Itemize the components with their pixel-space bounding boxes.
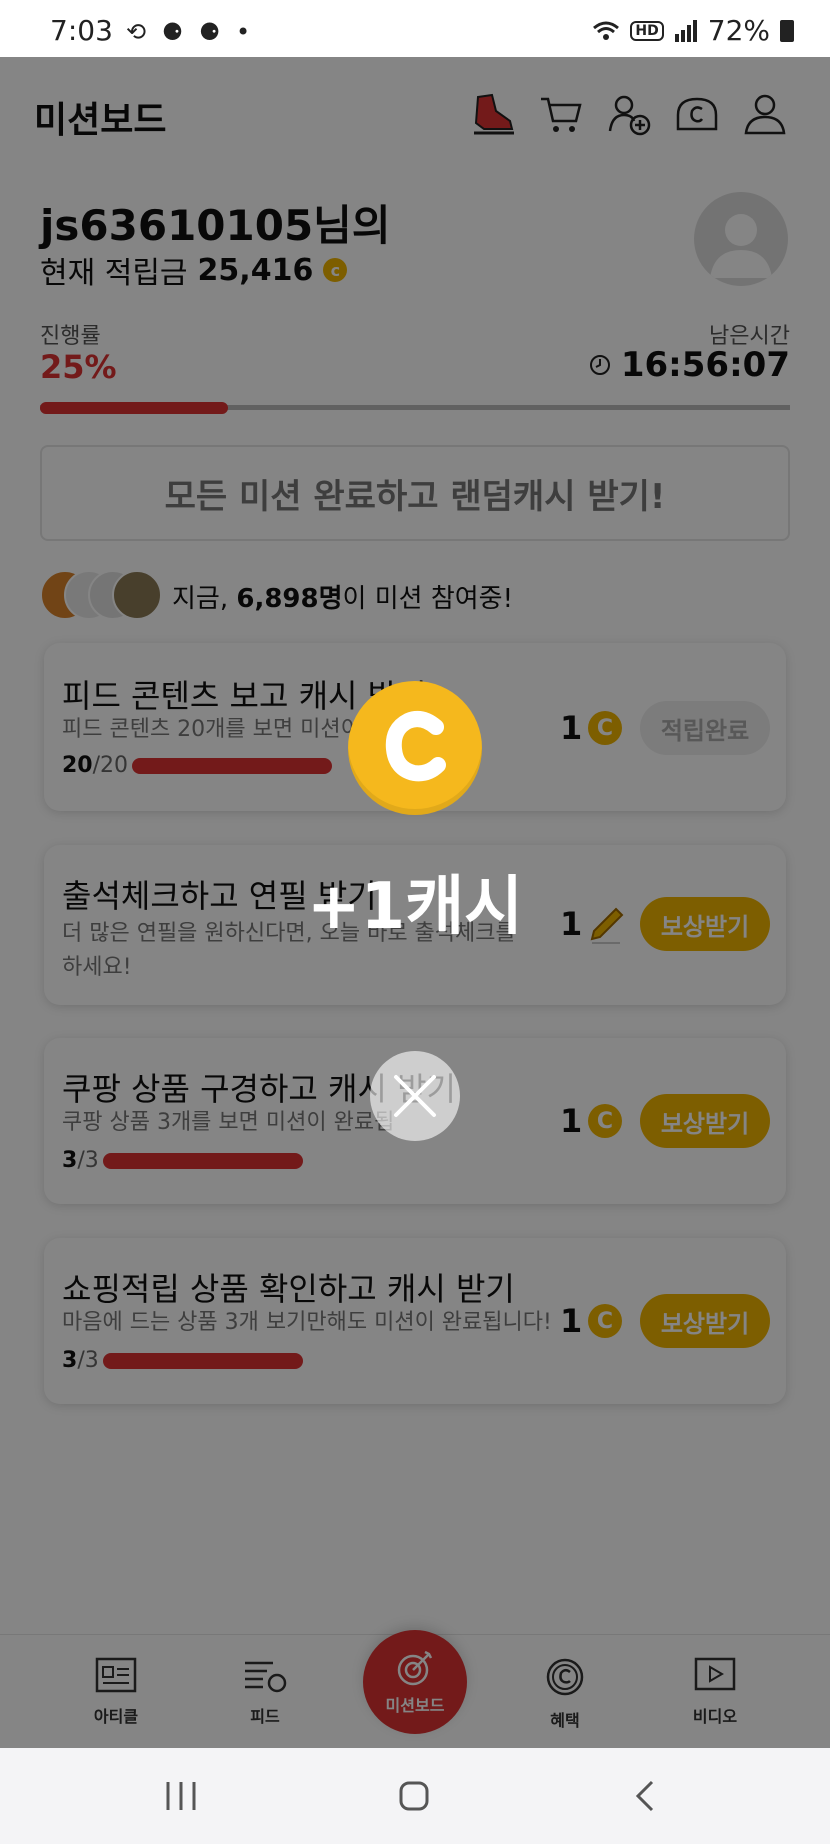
coin-icon [348,681,482,815]
battery-percent: 72% [707,14,770,47]
status-right: HD 72% [592,14,794,47]
close-icon [394,1075,436,1117]
coin-c-glyph [385,711,446,782]
home-icon[interactable] [398,1780,430,1812]
status-time: 7:03 [50,14,113,47]
recent-apps-icon[interactable] [164,1780,198,1812]
battery-icon [780,19,794,42]
signal-icon [674,19,697,42]
close-button[interactable] [370,1051,460,1141]
hd-badge: HD [630,20,664,41]
wifi-icon [593,21,620,40]
notification-icons: ⟲ ⚈ ⚈ • [126,18,255,46]
status-bar: 7:03 ⟲ ⚈ ⚈ • HD 72% [0,0,830,57]
back-icon[interactable] [634,1780,658,1812]
reward-amount-text: +1캐시 [307,870,523,944]
system-nav-bar [0,1748,830,1844]
